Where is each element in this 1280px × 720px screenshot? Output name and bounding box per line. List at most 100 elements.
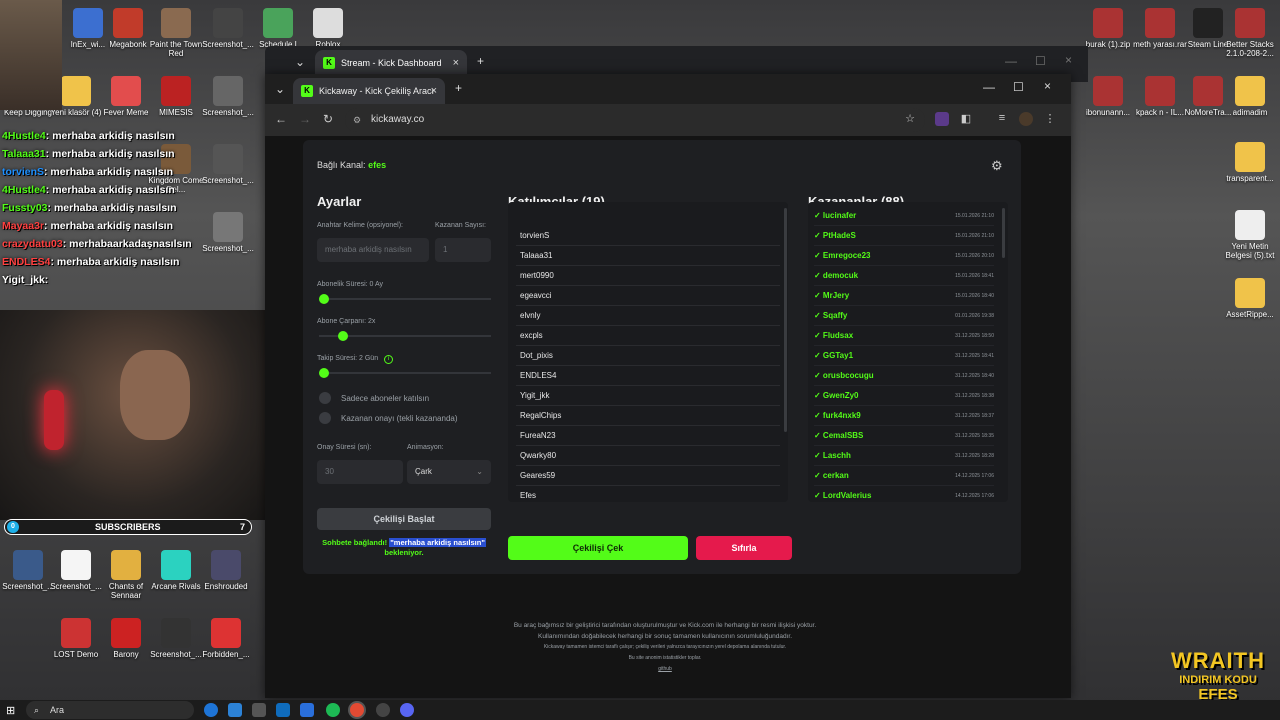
desktop-icon[interactable]: Barony	[98, 618, 154, 659]
reload-icon[interactable]: ↻	[323, 112, 333, 126]
new-tab-icon[interactable]: +	[455, 81, 462, 95]
forward-icon[interactable]: →	[299, 112, 311, 126]
desktop-icon[interactable]: adimadim	[1222, 76, 1278, 117]
winner-confirm-toggle[interactable]	[319, 412, 331, 424]
desktop-icon[interactable]: Yeni Metin Belgesi (5).txt	[1222, 210, 1278, 260]
desktop-icon[interactable]: Forbidden_...	[198, 618, 254, 659]
keyword-input[interactable]: merhaba arkidiş nasılsın	[317, 238, 429, 262]
desktop-icon[interactable]: Better Stacks 2.1.0-208-2...	[1222, 8, 1278, 58]
media-icon[interactable]: ≡	[995, 112, 1009, 126]
reset-button[interactable]: Sıfırla	[696, 536, 792, 560]
discord-icon[interactable]	[400, 703, 414, 717]
desktop-icon[interactable]: MIMESIS	[148, 76, 204, 117]
chat-username: torvienS	[2, 166, 45, 178]
desktop-icon-label: ibonunann...	[1085, 108, 1131, 117]
slider-knob[interactable]	[319, 368, 329, 378]
confirm-time-label: Onay Süresi (sn):	[317, 444, 372, 451]
desktop-icon[interactable]: Screenshot_...	[200, 144, 256, 185]
store-icon[interactable]	[300, 703, 314, 717]
desktop-icon[interactable]: Screenshot_...	[200, 212, 256, 253]
sub-multiplier-slider[interactable]	[319, 331, 491, 341]
desktop-icon[interactable]: Arcane Rivals	[148, 550, 204, 591]
desktop-icon[interactable]: Roblox	[300, 8, 356, 49]
github-link[interactable]: github	[385, 664, 945, 675]
winner-confirm-toggle-row[interactable]: Kazanan onayı (tekli kazananda)	[319, 412, 458, 424]
maximize-icon[interactable]: ☐	[1035, 54, 1046, 68]
follow-duration-slider[interactable]	[319, 368, 491, 378]
tab-kick-dashboard[interactable]: K Stream - Kick Dashboard ×	[315, 50, 467, 76]
winner-row: ✓ Fludsax 31.12.2025 18:50	[814, 326, 994, 346]
only-subs-toggle[interactable]	[319, 392, 331, 404]
site-info-icon[interactable]: ⚙	[353, 108, 361, 132]
close-tab-icon[interactable]: ×	[431, 85, 437, 97]
edge-icon[interactable]	[204, 703, 218, 717]
desktop-icon[interactable]: transparent...	[1222, 142, 1278, 183]
bookmark-star-icon[interactable]: ☆	[903, 112, 917, 126]
profile-avatar[interactable]	[1019, 112, 1033, 126]
close-window-icon[interactable]: ×	[1044, 79, 1051, 93]
participants-scrollbar[interactable]	[784, 208, 787, 432]
desktop-icon[interactable]: AssetRippe...	[1222, 278, 1278, 319]
extensions-puzzle-icon[interactable]: ◧	[959, 112, 973, 126]
new-tab-icon[interactable]: +	[477, 54, 484, 68]
desktop-icon[interactable]: Screenshot_...	[200, 76, 256, 117]
chat-username: ENDLES4	[2, 256, 51, 268]
app-icon[interactable]	[228, 703, 242, 717]
slider-knob[interactable]	[319, 294, 329, 304]
desktop-icon[interactable]: Screenshot_...	[200, 8, 256, 49]
chrome-icon[interactable]	[350, 703, 364, 717]
explorer-icon[interactable]	[252, 703, 266, 717]
participants-list[interactable]: torvienS Talaaa31 mert0990 egeavcci elvnly ex…	[508, 202, 788, 502]
desktop-icon[interactable]: Chants of Sennaar	[98, 550, 154, 600]
mail-icon[interactable]	[276, 703, 290, 717]
desktop-icon-label: Arcane Rivals	[151, 582, 201, 591]
winners-list[interactable]: ✓ lucinafer 15.01.2026 21:10 ✓ PtHadeS 15.0…	[808, 202, 1008, 502]
follow-duration-text: Takip Süresi: 2 Gün	[317, 355, 379, 362]
webcam-small	[0, 0, 62, 110]
confirm-time-input[interactable]: 30	[317, 460, 403, 484]
taskbar-search[interactable]: ⌕ Ara	[26, 701, 194, 719]
tab-kickaway[interactable]: K Kickaway - Kick Çekiliş Aracı ×	[293, 78, 445, 104]
close-tab-icon[interactable]: ×	[453, 57, 459, 69]
desktop-icon[interactable]: Enshrouded	[198, 550, 254, 591]
app-icon	[211, 550, 241, 580]
tab-list-icon[interactable]: ⌄	[295, 55, 305, 69]
desktop-icon[interactable]: Schedule I	[250, 8, 306, 49]
close-window-icon[interactable]: ×	[1065, 53, 1072, 67]
minimize-icon[interactable]: —	[1005, 54, 1017, 68]
desktop-icon[interactable]: Screenshot_...	[48, 550, 104, 591]
info-icon[interactable]: i	[384, 355, 394, 364]
settings-gear-icon[interactable]: ⚙	[991, 158, 1005, 173]
file-icon	[1235, 8, 1265, 38]
winners-scrollbar[interactable]	[1002, 208, 1005, 258]
maximize-icon[interactable]: ☐	[1013, 80, 1024, 94]
desktop-icon[interactable]: burak (1).zip	[1080, 8, 1136, 49]
desktop-icon[interactable]: Fever Meme	[98, 76, 154, 117]
draw-button[interactable]: Çekilişi Çek	[508, 536, 688, 560]
tab-list-icon[interactable]: ⌄	[275, 82, 285, 96]
desktop-icon[interactable]: Screenshot_...	[148, 618, 204, 659]
chat-message: Mayaa3r: merhaba arkidiş nasılsın	[2, 220, 202, 238]
winner-date: 31.12.2025 18:28	[955, 453, 994, 459]
back-icon[interactable]: ←	[275, 112, 287, 126]
obs-icon[interactable]	[376, 703, 390, 717]
start-giveaway-button[interactable]: Çekilişi Başlat	[317, 508, 491, 530]
chat-username: Fussty03	[2, 202, 48, 214]
animation-select[interactable]: Çark ⌄	[407, 460, 491, 484]
winner-date: 31.12.2025 18:40	[955, 373, 994, 379]
extension-icon[interactable]	[935, 112, 949, 126]
sub-duration-slider[interactable]	[319, 294, 491, 304]
slider-knob[interactable]	[338, 331, 349, 341]
windows-start-icon[interactable]: ⊞	[6, 704, 18, 717]
desktop-icon[interactable]: ibonunann...	[1080, 76, 1136, 117]
desktop-icon[interactable]: Paint the Town Red	[148, 8, 204, 58]
giveaway-card: Bağlı Kanal: efes ⚙ Ayarlar Anahtar Keli…	[303, 140, 1021, 574]
minimize-icon[interactable]: —	[983, 80, 995, 94]
only-subs-toggle-row[interactable]: Sadece aboneler katılsın	[319, 392, 429, 404]
url-field[interactable]: ⚙ kickaway.co	[345, 108, 925, 132]
winners-count-input[interactable]: 1	[435, 238, 491, 262]
menu-kebab-icon[interactable]: ⋮	[1043, 112, 1057, 126]
chat-username: 4Hustle4	[2, 184, 46, 196]
desktop-icon[interactable]: LOST Demo	[48, 618, 104, 659]
spotify-icon[interactable]	[326, 703, 340, 717]
